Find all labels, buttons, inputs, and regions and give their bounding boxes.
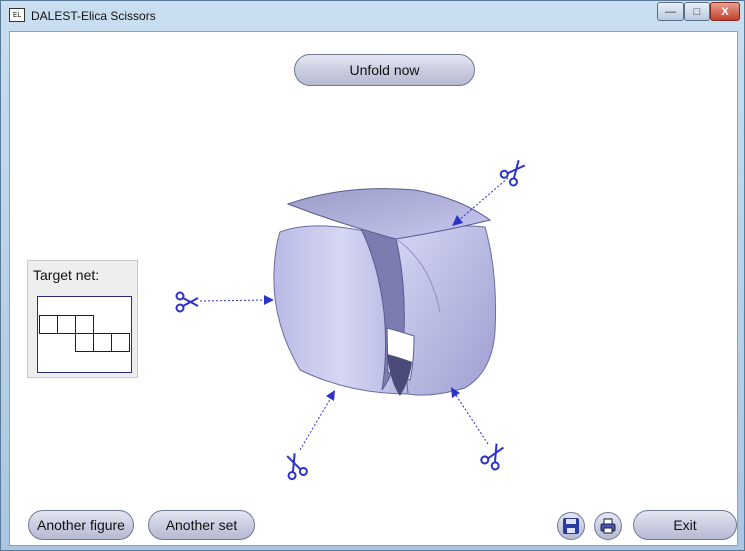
close-button[interactable]: X: [710, 2, 740, 21]
window-title: DALEST-Elica Scissors: [31, 9, 156, 23]
canvas-area: Unfold now Target net: Another figure An…: [9, 31, 738, 546]
arrowhead-left: [264, 295, 274, 305]
minimize-button[interactable]: —: [657, 2, 684, 21]
guide-line-bottom-left: [299, 395, 333, 451]
target-net-diagram: [39, 315, 130, 352]
guide-line-left: [199, 299, 269, 302]
target-net-panel: Target net:: [27, 260, 138, 378]
exit-button[interactable]: Exit: [633, 510, 737, 540]
print-button[interactable]: [594, 512, 622, 540]
app-icon: EL: [9, 8, 25, 22]
another-set-button[interactable]: Another set: [148, 510, 255, 540]
title-bar[interactable]: EL DALEST-Elica Scissors — □ X: [1, 1, 744, 31]
scissors-icon[interactable]: [480, 441, 508, 471]
print-icon: [600, 518, 616, 534]
maximize-button[interactable]: □: [684, 2, 710, 21]
scissors-icon[interactable]: [499, 157, 529, 187]
arrowhead-bottom-left: [326, 390, 335, 401]
scissors-icon[interactable]: [175, 291, 199, 313]
guide-line-bottom-right: [453, 391, 489, 445]
save-button[interactable]: [557, 512, 585, 540]
guide-line-top-right: [457, 177, 509, 222]
cube-model[interactable]: [273, 188, 497, 396]
another-figure-button[interactable]: Another figure: [28, 510, 134, 540]
app-window: EL DALEST-Elica Scissors — □ X Unfold no…: [0, 0, 745, 551]
target-net-preview: [37, 296, 132, 373]
save-icon: [563, 518, 579, 534]
unfold-now-button[interactable]: Unfold now: [294, 54, 475, 86]
scissors-icon[interactable]: [282, 451, 308, 481]
target-net-label: Target net:: [33, 267, 100, 283]
